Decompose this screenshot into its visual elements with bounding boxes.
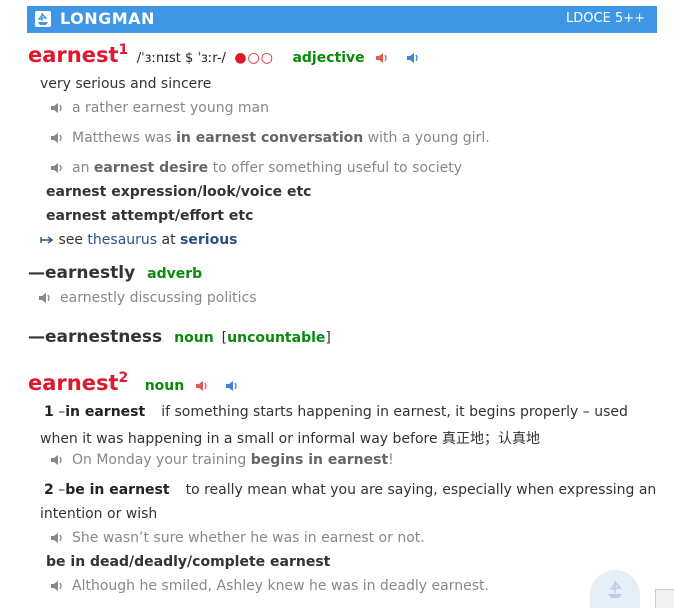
thesaurus-crossref: see thesaurus at serious — [40, 232, 238, 248]
example-speaker-icon[interactable] — [50, 454, 64, 466]
entry2-headword-line: earnest2 noun — [28, 370, 239, 395]
collocation: earnest expression/look/voice etc — [46, 184, 312, 200]
example-sentence: Although he smiled, Ashley knew he was i… — [50, 578, 489, 594]
example-speaker-icon[interactable] — [50, 162, 64, 174]
longman-ship-icon — [608, 581, 622, 598]
example-speaker-icon[interactable] — [50, 580, 64, 592]
sense-2: 2 –be in earnest to really mean what you … — [44, 482, 657, 498]
headword: earnest2 — [28, 370, 129, 395]
example-sentence: earnestly discussing politics — [38, 290, 257, 306]
entry1-headword-line: earnest1 /ˈɜːnɪst $ ˈɜːr-/ ●○○ adjective — [28, 42, 420, 67]
collocation: earnest attempt/effort etc — [46, 208, 254, 224]
collocation: be in dead/deadly/complete earnest — [46, 554, 331, 570]
british-audio-speaker-icon[interactable] — [195, 380, 209, 392]
example-speaker-icon[interactable] — [50, 532, 64, 544]
example-speaker-icon[interactable] — [38, 292, 52, 304]
window-resize-corner[interactable] — [655, 589, 674, 608]
runon-earnestness: —earnestness noun [uncountable] — [28, 327, 331, 347]
example-speaker-icon[interactable] — [50, 132, 64, 144]
sense-1: 1 –in earnest if something starts happeni… — [44, 404, 628, 420]
longman-ship-logo-icon — [35, 11, 51, 27]
example-sentence: a rather earnest young man — [50, 100, 269, 116]
sense-2-definition-continued: intention or wish — [40, 506, 158, 522]
arrow-icon — [40, 236, 54, 244]
part-of-speech: adjective — [292, 50, 365, 66]
pronunciation: /ˈɜːnɪst $ ˈɜːr-/ — [136, 51, 226, 66]
part-of-speech: noun — [144, 378, 185, 394]
dictionary-header: LONGMAN LDOCE 5++ — [27, 6, 657, 33]
sense-1-definition-continued: when it was happening in a small or info… — [40, 431, 541, 447]
example-sentence: Matthews was in earnest conversation wit… — [50, 130, 490, 146]
headword: earnest1 — [28, 42, 129, 67]
example-sentence: On Monday your training begins in earnes… — [50, 452, 394, 468]
american-audio-speaker-icon[interactable] — [406, 52, 420, 64]
british-audio-speaker-icon[interactable] — [375, 52, 389, 64]
edition-label: LDOCE 5++ — [566, 11, 645, 26]
brand-title: LONGMAN — [60, 9, 155, 28]
frequency-dots: ●○○ — [234, 50, 274, 66]
serious-link[interactable]: serious — [180, 232, 237, 248]
example-sentence: She wasn’t sure whether he was in earnes… — [50, 530, 425, 546]
american-audio-speaker-icon[interactable] — [225, 380, 239, 392]
definition: very serious and sincere — [40, 76, 212, 92]
example-speaker-icon[interactable] — [50, 102, 64, 114]
example-sentence: an earnest desire to offer something use… — [50, 160, 462, 176]
runon-earnestly: —earnestly adverb — [28, 263, 203, 283]
thesaurus-link[interactable]: thesaurus — [87, 232, 157, 248]
scroll-to-top-button[interactable] — [590, 570, 640, 608]
